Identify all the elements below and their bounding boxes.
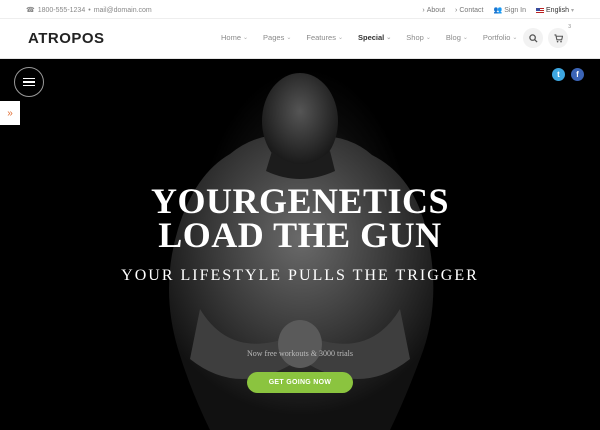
get-going-now-button[interactable]: GET GOING NOW [247, 372, 353, 393]
chevron-down-icon: ⌄ [512, 35, 518, 41]
chevron-down-icon: ⌄ [425, 35, 431, 41]
email-address[interactable]: mail@domain.com [94, 7, 152, 14]
main-header: ATROPOS Home ⌄ Pages ⌄ Features ⌄ Special ⌄ … [0, 19, 600, 59]
chevron-down-icon: ⌄ [386, 35, 392, 41]
cart-button[interactable]: 3 [548, 24, 571, 48]
side-panel-toggle[interactable]: » [0, 101, 20, 125]
hero-note: Now free workouts & 3000 trials [247, 349, 353, 358]
nav-item-features[interactable]: Features ⌄ [306, 33, 358, 42]
chevron-down-icon: ⌄ [462, 35, 468, 41]
nav-item-home[interactable]: Home ⌄ [221, 33, 263, 42]
chevron-down-icon: ⌄ [243, 35, 249, 41]
chevron-down-icon: ⌄ [286, 35, 292, 41]
cart-count-badge: 3 [568, 24, 571, 30]
menu-line [23, 84, 35, 87]
phone-icon: ☎ [26, 7, 35, 14]
nav-item-special[interactable]: Special ⌄ [358, 33, 406, 42]
chevron-down-icon: ⌄ [337, 35, 343, 41]
menu-line [23, 77, 35, 80]
twitter-button[interactable]: t [552, 68, 565, 81]
phone-number[interactable]: 1800-555-1234 [38, 7, 86, 14]
contact-link[interactable]: › Contact [455, 7, 483, 14]
contact-info: ☎ 1800-555-1234 • mail@domain.com [26, 6, 152, 15]
top-bar: ☎ 1800-555-1234 • mail@domain.com › About… [0, 0, 600, 19]
search-button[interactable] [523, 28, 543, 48]
nav-item-pages[interactable]: Pages ⌄ [263, 33, 306, 42]
hamburger-menu-button[interactable] [14, 67, 44, 97]
us-flag-icon [536, 7, 545, 13]
signin-link[interactable]: 👥 Sign In [493, 6, 527, 15]
nav-item-shop[interactable]: Shop ⌄ [406, 33, 446, 42]
menu-line [23, 81, 35, 83]
caret-down-icon: ▾ [570, 7, 574, 14]
language-selector[interactable]: English ▾ [536, 7, 574, 14]
nav-item-blog[interactable]: Blog ⌄ [446, 33, 483, 42]
double-chevron-right-icon: » [7, 107, 13, 119]
about-link[interactable]: › About [422, 7, 445, 14]
users-icon: 👥 [493, 7, 503, 14]
top-links: › About › Contact 👥 Sign In English ▾ [422, 6, 574, 15]
hero-title: YOURGENETICS LOAD THE GUN [0, 181, 600, 255]
twitter-icon: t [557, 70, 560, 79]
cart-icon [553, 33, 563, 42]
facebook-button[interactable]: f [571, 68, 584, 81]
main-nav: Home ⌄ Pages ⌄ Features ⌄ Special ⌄ Shop ⌄ Bl… [221, 33, 532, 42]
hero-title-line-2: LOAD THE GUN [158, 215, 442, 255]
facebook-icon: f [576, 70, 579, 79]
arrow-icon: › [422, 6, 425, 14]
hero-subtitle: YOUR LIFESTYLE PULLS THE TRIGGER [121, 267, 479, 284]
search-icon [528, 33, 538, 43]
site-logo[interactable]: ATROPOS [28, 30, 105, 47]
arrow-icon: › [455, 6, 458, 14]
hero-title-line-1: YOURGENETICS [150, 181, 450, 221]
separator: • [88, 6, 91, 14]
